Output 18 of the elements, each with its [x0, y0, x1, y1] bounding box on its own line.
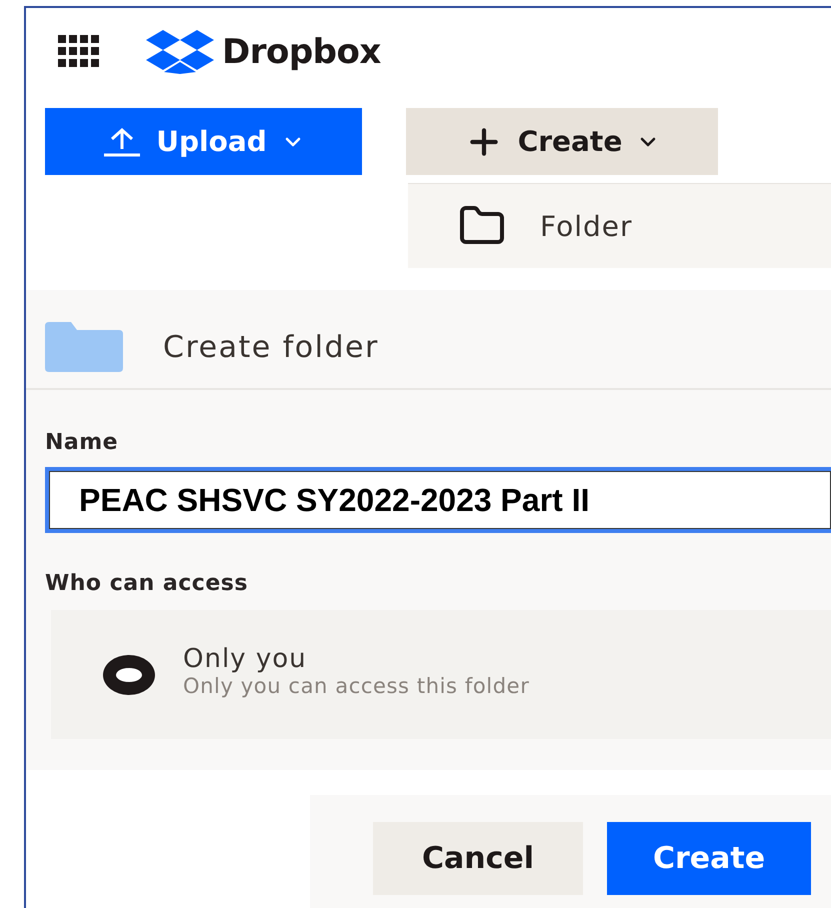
access-option[interactable]: Only you Only you can access this folder	[51, 610, 831, 739]
app-grid-icon[interactable]	[58, 35, 100, 69]
brand-name: Dropbox	[222, 32, 381, 72]
upload-icon	[102, 126, 142, 156]
radio-button[interactable]	[103, 654, 155, 694]
dialog-title: Create folder	[163, 330, 379, 364]
field-label: Name	[45, 430, 120, 455]
cancel-button[interactable]: Cancel	[373, 822, 583, 895]
folder-icon	[45, 322, 123, 372]
logo-icon	[146, 30, 214, 74]
option-description: Only you can access this folder	[183, 674, 530, 698]
confirm-button[interactable]: Create	[607, 822, 811, 895]
name-field[interactable]: PEAC SHSVC SY2022-2023 Part II	[45, 467, 831, 533]
upload-button[interactable]: Upload	[45, 108, 362, 175]
create-button[interactable]: Create	[406, 108, 718, 175]
option-title: Only you	[183, 644, 308, 674]
menu-item[interactable]: Folder	[458, 202, 633, 250]
field-label: Who can access	[45, 571, 249, 596]
